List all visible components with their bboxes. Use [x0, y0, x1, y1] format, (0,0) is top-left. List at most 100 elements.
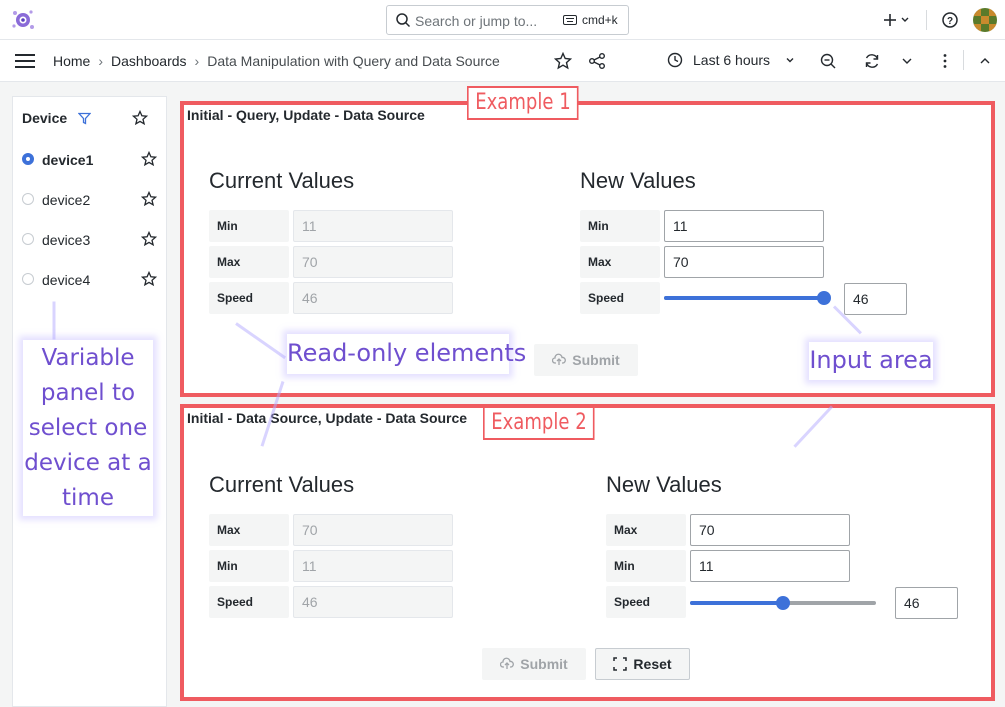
annotation-read-only: Read-only elements — [287, 334, 526, 374]
field-label: Max — [606, 514, 686, 546]
chevron-up-icon[interactable] — [976, 52, 994, 70]
star-icon[interactable] — [141, 231, 157, 247]
reset-label: Reset — [633, 656, 672, 672]
svg-text:?: ? — [947, 16, 953, 27]
max-input[interactable]: 70 — [690, 514, 850, 546]
time-range-label: Last 6 hours — [693, 52, 771, 68]
min-input[interactable]: 11 — [664, 210, 824, 242]
readonly-field: 70 — [293, 514, 453, 546]
annotation-input-area: Input area — [809, 342, 933, 380]
keyboard-icon — [563, 15, 577, 25]
star-icon[interactable] — [141, 151, 157, 167]
field-label: Max — [580, 246, 660, 278]
field-label: Max — [209, 246, 289, 278]
field-label: Speed — [580, 282, 660, 314]
more-options-icon[interactable] — [936, 52, 954, 70]
panel-title: Initial - Data Source, Update - Data Sou… — [187, 410, 468, 426]
variable-option-device4[interactable]: device4 — [22, 269, 162, 293]
menu-button[interactable] — [14, 52, 36, 70]
slider-handle[interactable] — [817, 291, 831, 305]
breadcrumb-current: Data Manipulation with Query and Data So… — [207, 53, 500, 69]
star-icon[interactable] — [132, 110, 148, 126]
speed-slider[interactable] — [664, 291, 831, 305]
panel-title: Initial - Query, Update - Data Source — [187, 107, 425, 123]
star-icon[interactable] — [554, 52, 572, 70]
upload-cloud-icon — [500, 657, 515, 669]
breadcrumb-home[interactable]: Home — [53, 53, 90, 69]
variable-option-label: device4 — [42, 272, 91, 288]
reset-button[interactable]: Reset — [595, 648, 690, 680]
breadcrumb-separator: › — [98, 53, 104, 69]
help-icon: ? — [942, 12, 958, 28]
upload-cloud-icon — [552, 353, 567, 365]
speed-input[interactable]: 46 — [895, 587, 958, 619]
variable-option-device1[interactable]: device1 — [22, 149, 162, 173]
star-icon[interactable] — [141, 191, 157, 207]
radio[interactable] — [22, 193, 34, 205]
current-values-heading: Current Values — [209, 168, 355, 193]
readonly-field: 11 — [293, 210, 453, 242]
slider-fill — [690, 601, 783, 605]
search-shortcut: cmd+k — [582, 13, 618, 27]
field-label: Min — [606, 550, 686, 582]
new-values-heading: New Values — [580, 168, 696, 193]
panel-example-2: Initial - Data Source, Update - Data Sou… — [180, 404, 995, 701]
variable-option-label: device3 — [42, 232, 91, 248]
breadcrumb-separator: › — [194, 53, 200, 69]
submit-button[interactable]: Submit — [534, 344, 638, 376]
field-label: Min — [580, 210, 660, 242]
speed-input[interactable]: 46 — [844, 283, 907, 315]
help-button[interactable]: ? — [940, 10, 960, 30]
variable-title: Device — [22, 110, 68, 126]
max-input[interactable]: 70 — [664, 246, 824, 278]
variable-option-label: device2 — [42, 192, 91, 208]
new-values-heading: New Values — [606, 472, 722, 497]
variable-option-device3[interactable]: device3 — [22, 229, 162, 253]
search-icon — [396, 13, 411, 28]
min-input[interactable]: 11 — [690, 550, 850, 582]
field-label: Speed — [209, 282, 289, 314]
submit-label: Submit — [572, 352, 620, 368]
breadcrumb-dashboards[interactable]: Dashboards — [111, 53, 187, 69]
current-values-heading: Current Values — [209, 472, 355, 497]
submit-label: Submit — [520, 656, 568, 672]
readonly-field: 11 — [293, 550, 453, 582]
search-placeholder: Search or jump to... — [415, 13, 538, 29]
example-2-label: Example 2 — [483, 406, 595, 440]
plus-icon — [884, 14, 909, 26]
refresh-interval-chevron-icon[interactable] — [898, 52, 916, 70]
search-input[interactable]: Search or jump to... cmd+k — [386, 5, 629, 35]
zoom-out-icon[interactable] — [819, 52, 837, 70]
clock-icon — [667, 52, 683, 68]
grafana-logo-icon[interactable] — [10, 8, 36, 32]
variable-option-device2[interactable]: device2 — [22, 189, 162, 213]
speed-slider[interactable] — [690, 596, 876, 610]
dashboard-nav-bar: Home › Dashboards › Data Manipulation wi… — [0, 40, 1005, 82]
slider-fill — [664, 296, 824, 300]
field-label: Min — [209, 550, 289, 582]
slider-handle[interactable] — [776, 596, 790, 610]
submit-button[interactable]: Submit — [482, 648, 586, 680]
star-icon[interactable] — [141, 271, 157, 287]
example-1-label: Example 1 — [467, 86, 579, 120]
reset-icon — [613, 657, 628, 671]
top-bar: Search or jump to... cmd+k ? — [0, 0, 1005, 40]
field-label: Max — [209, 514, 289, 546]
radio[interactable] — [22, 273, 34, 285]
filter-icon[interactable] — [78, 112, 91, 125]
refresh-icon[interactable] — [863, 52, 881, 70]
share-icon[interactable] — [588, 52, 606, 70]
hamburger-icon — [15, 54, 35, 68]
time-range-picker[interactable]: Last 6 hours — [667, 52, 796, 68]
breadcrumb: Home › Dashboards › Data Manipulation wi… — [53, 53, 500, 69]
user-avatar[interactable] — [973, 8, 997, 32]
readonly-field: 70 — [293, 246, 453, 278]
add-new-button[interactable] — [880, 10, 914, 30]
field-label: Min — [209, 210, 289, 242]
readonly-field: 46 — [293, 586, 453, 618]
radio-checked[interactable] — [22, 153, 34, 165]
divider — [963, 50, 964, 70]
radio[interactable] — [22, 233, 34, 245]
annotation-variable-panel: Variable panel to select one device at a… — [23, 340, 153, 516]
divider — [926, 10, 927, 30]
